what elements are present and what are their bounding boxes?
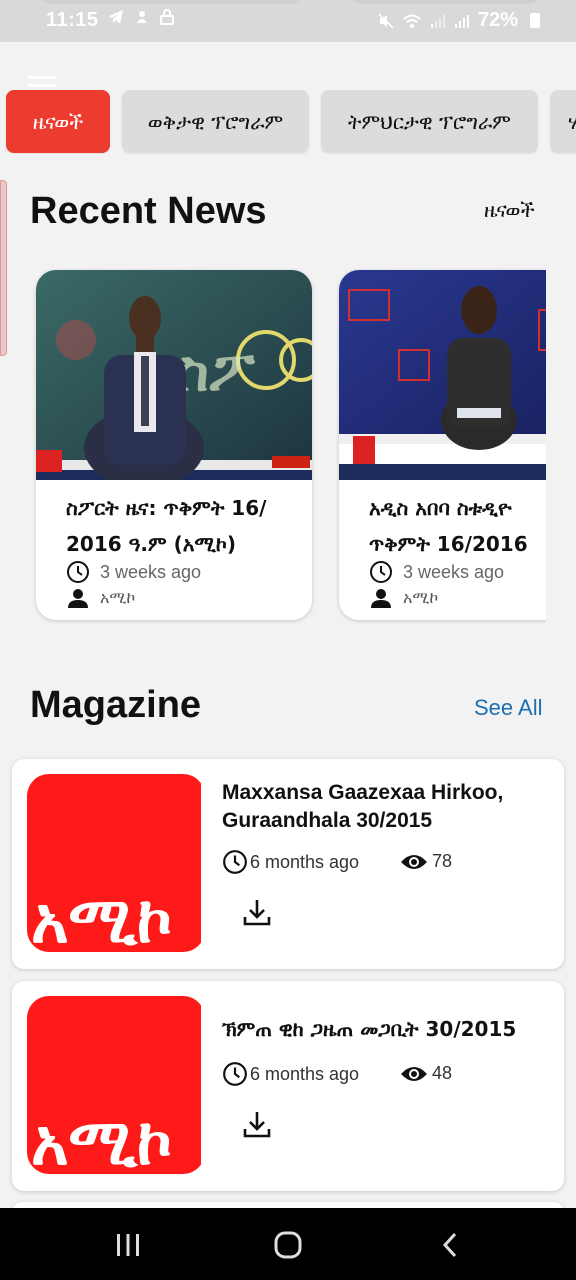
magazine-time-row: 6 months ago — [222, 1061, 359, 1087]
tab-educational-programs[interactable]: ትምህርታዊ ፕሮግራም — [321, 90, 538, 153]
person-icon — [68, 589, 88, 608]
headline-line: ጥቅምት 16/2016 — [369, 532, 528, 556]
view-count: 48 — [432, 1063, 453, 1083]
signal-icon — [455, 14, 469, 28]
back-icon — [442, 1232, 457, 1258]
side-drawer-handle[interactable] — [0, 180, 7, 356]
news-time-row: 3 weeks ago — [66, 560, 201, 584]
mute-icon — [378, 12, 394, 29]
news-thumbnail — [339, 270, 546, 480]
view-count: 78 — [432, 851, 453, 871]
clock-icon — [223, 1062, 247, 1086]
amiko-logo: አሚኮ — [27, 996, 205, 1174]
tab-news[interactable]: ዜናወች — [6, 90, 110, 153]
status-pill-right — [350, 0, 540, 4]
magazine-time-row: 6 months ago — [222, 849, 359, 875]
wifi-icon — [403, 14, 421, 28]
download-button[interactable] — [240, 895, 274, 929]
notification-icon — [137, 11, 147, 23]
magazine-item-title: Maxxansa Gaazexaa Hirkoo, Guraandhala 30… — [222, 781, 504, 832]
category-tabs: ዜናወች ወቅታዊ ፕሮግራም ትምህርታዊ ፕሮግራም ሃ — [0, 90, 576, 154]
battery-level: 72% — [478, 9, 519, 31]
magazine-item-title: ኽምጠ ዊከ ጋዜጠ መጋቢት 30/2015 — [222, 1017, 517, 1041]
tab-current-programs[interactable]: ወቅታዊ ፕሮግራም — [122, 90, 309, 153]
magazine-views: 48 — [400, 1063, 452, 1084]
eye-icon — [401, 1066, 427, 1081]
clock-icon — [223, 850, 247, 874]
home-icon — [274, 1231, 302, 1259]
news-headline: ስፖርት ዜና: ጥቅምት 16/ 2016 ዓ.ም (አሚኮ) — [66, 490, 306, 562]
magazine-card[interactable]: አሚኮ ኽምጠ ዊከ ጋዜጠ መጋቢት 30/2015 6 months ago… — [12, 981, 564, 1191]
magazine-card[interactable]: አሚኮ Maxxansa Gaazexaa Hirkoo, Guraandhal… — [12, 759, 564, 969]
headline-line: 2016 ዓ.ም (አሚኮ) — [66, 532, 237, 556]
status-pill-left — [40, 0, 302, 4]
news-author: አሚኮ — [403, 588, 439, 607]
lock-icon — [160, 9, 174, 25]
clock-icon — [67, 561, 89, 583]
magazine-see-all[interactable]: See All — [474, 695, 543, 721]
battery-icon — [530, 13, 541, 28]
status-bar: 11:15 72% — [0, 0, 576, 42]
news-time-row: 3 weeks ago — [369, 560, 504, 584]
amiko-logo: አሚኮ — [27, 774, 205, 952]
recent-news-title: Recent News — [30, 190, 267, 232]
svg-text:አሚኮ: አሚኮ — [31, 1106, 172, 1174]
home-button[interactable] — [268, 1230, 308, 1260]
magazine-title: Magazine — [30, 684, 202, 726]
status-time: 11:15 — [46, 9, 99, 31]
news-author-row: አሚኮ — [66, 588, 135, 608]
news-thumbnail: ስፖ — [36, 270, 312, 480]
headline-line: አዲስ አበባ ስቱዲዮ — [369, 496, 512, 520]
news-card[interactable]: አዲስ አበባ ስቱዲዮ ጥቅምት 16/2016 3 weeks ago አሚ… — [339, 270, 546, 620]
recent-apps-button[interactable] — [108, 1230, 148, 1260]
status-icons-right: 72% — [378, 9, 541, 32]
news-time: 3 weeks ago — [403, 561, 505, 582]
headline-line: ስፖርት ዜና: ጥቅምት 16/ — [66, 496, 267, 520]
download-icon — [243, 1112, 271, 1138]
news-author-row: አሚኮ — [369, 588, 438, 608]
svg-text:አሚኮ: አሚኮ — [31, 884, 172, 952]
news-time: 3 weeks ago — [100, 561, 202, 582]
magazine-time: 6 months ago — [250, 851, 360, 872]
svg-text:ስፖ: ስፖ — [176, 339, 256, 404]
tab-more[interactable]: ሃ — [550, 90, 576, 153]
back-button[interactable] — [430, 1230, 470, 1260]
news-carousel[interactable]: ስፖ ስፖርት ዜና: ጥቅምት 16/ 2016 ዓ.ም (አሚኮ) 3 we… — [30, 268, 546, 628]
eye-icon — [401, 854, 427, 869]
news-headline: አዲስ አበባ ስቱዲዮ ጥቅምት 16/2016 — [369, 490, 546, 562]
recent-news-see-all[interactable]: ዜናወች — [484, 198, 535, 222]
telegram-icon — [109, 10, 123, 24]
signal-icon — [431, 14, 445, 28]
news-author: አሚኮ — [100, 588, 136, 607]
system-nav-bar — [0, 1208, 576, 1280]
download-icon — [243, 900, 271, 926]
person-icon — [371, 589, 391, 608]
app-bar — [0, 42, 576, 92]
news-card[interactable]: ስፖ ስፖርት ዜና: ጥቅምት 16/ 2016 ዓ.ም (አሚኮ) 3 we… — [36, 270, 312, 620]
clock-icon — [370, 561, 392, 583]
magazine-time: 6 months ago — [250, 1063, 360, 1084]
download-button[interactable] — [240, 1107, 274, 1141]
recent-apps-icon — [117, 1234, 139, 1256]
magazine-views: 78 — [400, 851, 452, 872]
status-icons-left — [108, 9, 174, 25]
